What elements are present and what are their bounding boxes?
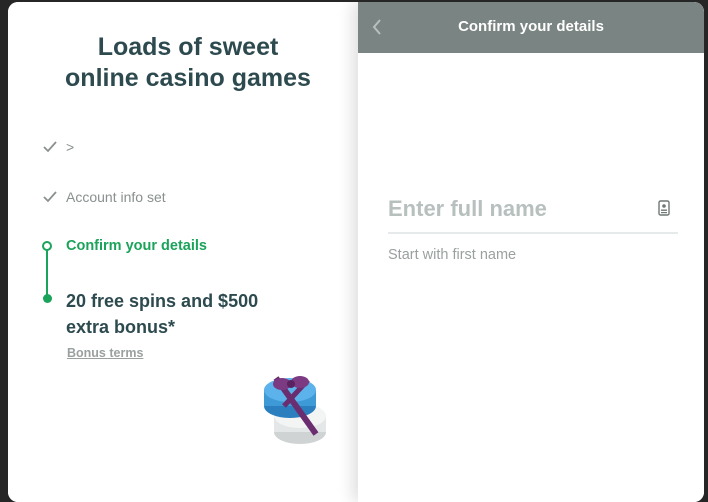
bonus-terms-link[interactable]: Bonus terms [67,346,143,360]
step-1-label: > [66,139,75,155]
bonus-offer: 20 free spins and $500 extra bonus* [66,288,316,340]
step-1: > [42,139,74,155]
step-3-current: Confirm your details [66,238,207,254]
headline: Loads of sweet online casino games [38,32,338,94]
bonus-line-1: 20 free spins and $500 [66,291,259,311]
check-icon [43,141,57,153]
name-hint: Start with first name [388,247,517,263]
headline-line-1: Loads of sweet [97,33,279,61]
details-form-panel: Confirm your details Start with first na… [358,2,704,502]
check-icon [43,191,57,203]
timeline-line [46,249,48,299]
full-name-field [388,190,678,234]
step-3-label: Confirm your details [66,238,207,254]
step-2-label: Account info set [66,189,166,205]
step-2: Account info set [42,189,166,205]
form-header: Confirm your details [358,2,704,53]
progress-panel: Loads of sweet online casino games > Acc… [8,2,358,502]
bonus-line-2: extra bonus* [66,317,176,337]
final-step-marker [43,294,52,303]
full-name-input[interactable] [388,190,638,228]
signup-modal: Loads of sweet online casino games > Acc… [8,2,704,502]
id-card-icon[interactable] [658,200,670,216]
gift-chips-icon [264,376,326,444]
form-title: Confirm your details [458,18,604,35]
headline-line-2: online casino games [65,64,311,92]
